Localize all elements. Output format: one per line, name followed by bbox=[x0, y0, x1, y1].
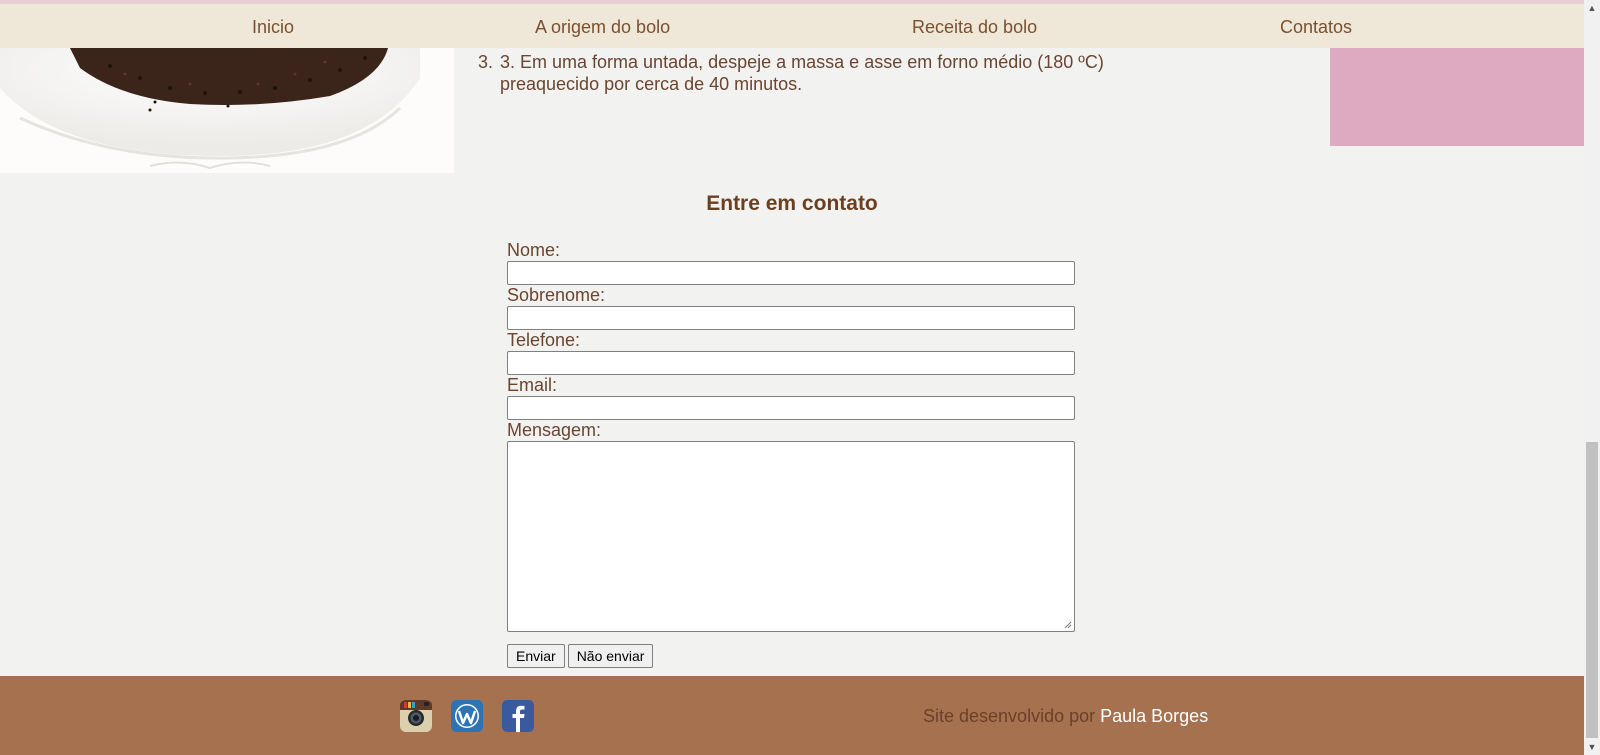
telefone-input[interactable] bbox=[507, 351, 1075, 375]
nav-link-receita[interactable]: Receita do bolo bbox=[912, 17, 1037, 38]
email-label: Email: bbox=[507, 375, 558, 395]
mensagem-textarea[interactable] bbox=[507, 441, 1075, 632]
contact-title: Entre em contato bbox=[706, 192, 878, 215]
nome-label: Nome: bbox=[507, 240, 561, 260]
reset-button[interactable]: Não enviar bbox=[567, 644, 654, 668]
field-telefone: Telefone: bbox=[507, 329, 1077, 375]
telefone-label: Telefone: bbox=[507, 330, 581, 350]
scroll-down-icon[interactable]: ▼ bbox=[1584, 739, 1600, 755]
sobrenome-label: Sobrenome: bbox=[507, 285, 606, 305]
credit-prefix: Site desenvolvido por bbox=[923, 706, 1096, 726]
nome-input[interactable] bbox=[507, 261, 1075, 285]
wordpress-icon[interactable] bbox=[450, 699, 484, 733]
field-email: Email: bbox=[507, 374, 1077, 420]
main-nav: Inicio A origem do bolo Receita do bolo … bbox=[0, 4, 1584, 48]
footer: Site desenvolvido por Paula Borges bbox=[0, 676, 1584, 755]
scrollbar-thumb[interactable] bbox=[1586, 442, 1598, 738]
scroll-up-icon[interactable]: ▲ bbox=[1584, 0, 1600, 16]
instagram-icon[interactable] bbox=[399, 699, 433, 733]
recipe-step-number: 3. bbox=[478, 52, 494, 72]
facebook-icon[interactable] bbox=[501, 699, 535, 733]
cake-image bbox=[0, 48, 454, 173]
vertical-scrollbar[interactable]: ▲ ▼ bbox=[1584, 0, 1600, 755]
nav-link-inicio[interactable]: Inicio bbox=[252, 17, 294, 38]
mensagem-wrapper bbox=[507, 441, 1075, 632]
field-nome: Nome: bbox=[507, 239, 1077, 285]
sobrenome-input[interactable] bbox=[507, 306, 1075, 330]
form-buttons: Enviar Não enviar bbox=[507, 644, 1077, 668]
contact-form: Nome: Sobrenome: Telefone: Email: Mensag… bbox=[507, 239, 1077, 668]
submit-button[interactable]: Enviar bbox=[507, 644, 565, 668]
decorative-pink-block bbox=[1330, 48, 1584, 146]
cake-photo bbox=[0, 48, 454, 173]
field-mensagem: Mensagem: bbox=[507, 419, 1077, 632]
recipe-steps: 3. 3. Em uma forma untada, despeje a mas… bbox=[478, 51, 1138, 95]
recipe-step: 3. 3. Em uma forma untada, despeje a mas… bbox=[478, 51, 1138, 95]
mensagem-label: Mensagem: bbox=[507, 420, 602, 440]
nav-link-origem[interactable]: A origem do bolo bbox=[535, 17, 670, 38]
recipe-step-text: 3. Em uma forma untada, despeje a massa … bbox=[500, 52, 1104, 94]
credit-author-link[interactable]: Paula Borges bbox=[1100, 706, 1208, 726]
nav-link-contatos[interactable]: Contatos bbox=[1280, 17, 1352, 38]
field-sobrenome: Sobrenome: bbox=[507, 284, 1077, 330]
email-input[interactable] bbox=[507, 396, 1075, 420]
footer-credit: Site desenvolvido por Paula Borges bbox=[923, 706, 1208, 727]
resize-handle-icon[interactable] bbox=[1064, 621, 1072, 629]
